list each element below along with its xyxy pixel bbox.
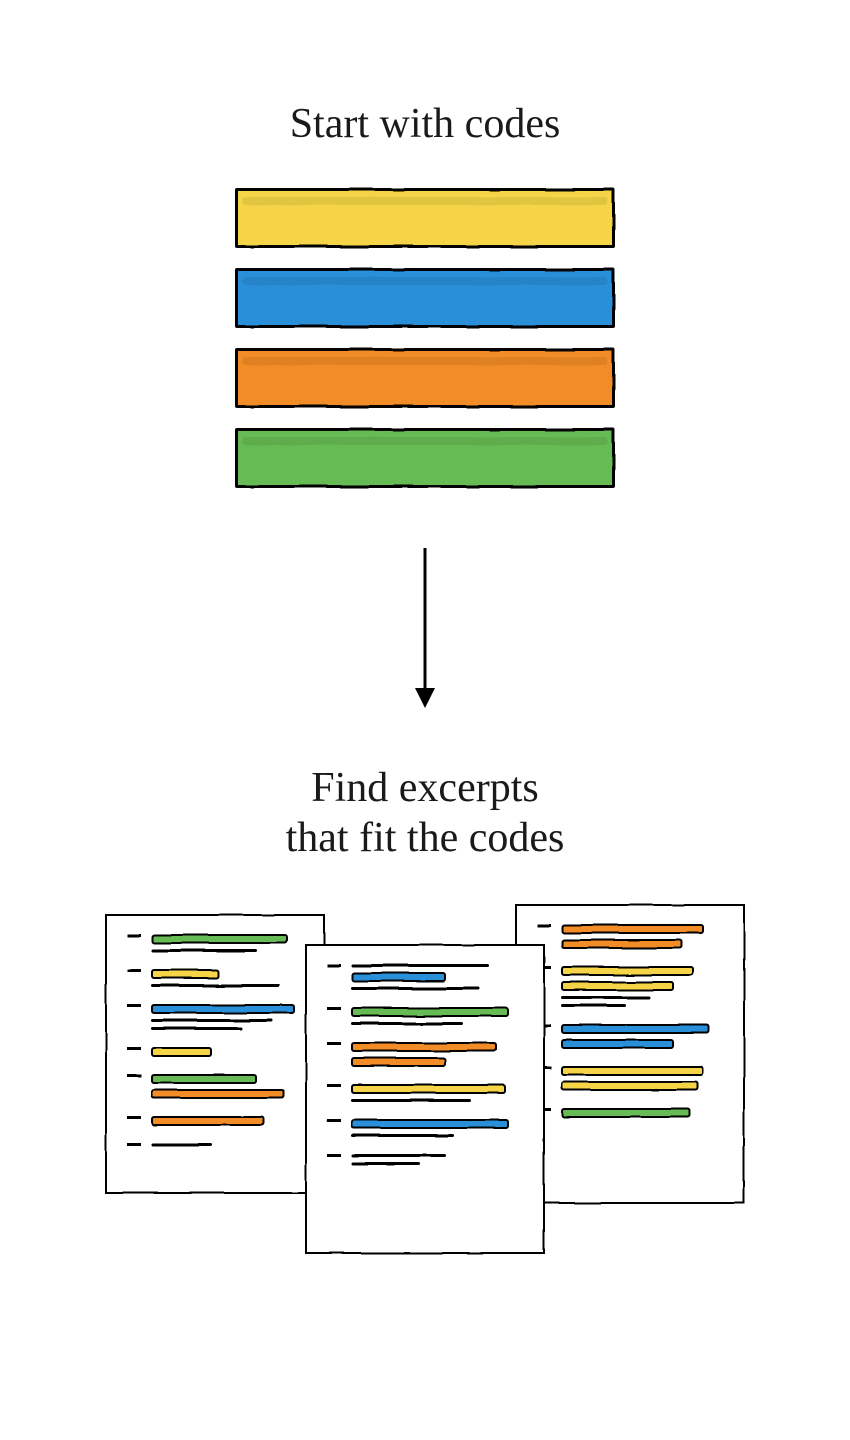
bullet-dash xyxy=(127,1047,141,1050)
document-left xyxy=(105,914,325,1194)
highlight-blue xyxy=(561,1039,674,1049)
text-line xyxy=(351,987,480,990)
bullet-dash xyxy=(127,969,141,972)
codes-stack xyxy=(235,188,615,488)
highlight-blue xyxy=(351,972,446,982)
highlight-blue xyxy=(151,1004,295,1014)
code-bar-blue xyxy=(235,268,615,328)
code-bar-orange xyxy=(235,348,615,408)
doc-row xyxy=(127,1004,303,1035)
doc-row xyxy=(327,1042,523,1072)
highlight-yellow xyxy=(151,1047,212,1057)
bullet-dash xyxy=(327,1007,341,1010)
doc-row xyxy=(537,966,723,1012)
highlight-yellow xyxy=(561,1066,704,1076)
highlight-orange xyxy=(561,924,704,934)
code-bar-green xyxy=(235,428,615,488)
bullet-dash xyxy=(327,964,341,967)
doc-row xyxy=(127,1074,303,1104)
text-line xyxy=(351,1022,463,1025)
doc-row xyxy=(327,1154,523,1170)
doc-row xyxy=(327,964,523,995)
doc-row xyxy=(537,1108,723,1123)
text-line xyxy=(151,949,257,952)
doc-row xyxy=(327,1084,523,1107)
code-bar-yellow xyxy=(235,188,615,248)
doc-row xyxy=(127,1143,303,1151)
highlight-yellow xyxy=(561,966,694,976)
highlight-yellow xyxy=(351,1084,506,1094)
bullet-dash xyxy=(127,934,141,937)
text-line xyxy=(351,1134,454,1137)
doc-row xyxy=(127,934,303,957)
document-right xyxy=(515,904,745,1204)
doc-row xyxy=(127,1116,303,1131)
highlight-green xyxy=(561,1108,691,1118)
highlight-blue xyxy=(561,1024,710,1034)
doc-row xyxy=(537,1024,723,1054)
highlight-green xyxy=(151,1074,257,1084)
bullet-dash xyxy=(537,924,551,927)
highlight-orange xyxy=(561,939,683,949)
text-line xyxy=(351,964,489,967)
highlight-yellow xyxy=(561,1081,699,1091)
documents-group xyxy=(105,914,745,1274)
highlight-orange xyxy=(151,1089,285,1099)
arrow-down-icon xyxy=(410,548,440,713)
highlight-orange xyxy=(351,1057,446,1067)
bullet-dash xyxy=(327,1084,341,1087)
bullet-dash xyxy=(127,1143,141,1146)
highlight-green xyxy=(351,1007,509,1017)
text-line xyxy=(151,1143,212,1146)
document-middle xyxy=(305,944,545,1254)
text-line xyxy=(351,1162,420,1165)
bullet-dash xyxy=(327,1042,341,1045)
highlight-green xyxy=(151,934,288,944)
text-line xyxy=(151,984,280,987)
text-line xyxy=(351,1099,471,1102)
highlight-blue xyxy=(351,1119,509,1129)
doc-row xyxy=(327,1119,523,1142)
doc-row xyxy=(537,924,723,954)
bullet-dash xyxy=(127,1004,141,1007)
text-line xyxy=(151,1019,273,1022)
bullet-dash xyxy=(327,1119,341,1122)
highlight-yellow xyxy=(561,981,674,991)
bullet-dash xyxy=(127,1074,141,1077)
doc-row xyxy=(327,1007,523,1030)
title-find: Find excerptsthat fit the codes xyxy=(286,763,565,864)
doc-row xyxy=(537,1066,723,1096)
bullet-dash xyxy=(127,1116,141,1119)
title-start: Start with codes xyxy=(290,100,561,148)
text-line xyxy=(561,996,650,999)
text-line xyxy=(351,1154,446,1157)
highlight-orange xyxy=(151,1116,265,1126)
bullet-dash xyxy=(327,1154,341,1157)
text-line xyxy=(151,1027,242,1030)
doc-row xyxy=(127,969,303,992)
doc-row xyxy=(127,1047,303,1062)
highlight-orange xyxy=(351,1042,497,1052)
text-line xyxy=(561,1004,626,1007)
highlight-yellow xyxy=(151,969,219,979)
